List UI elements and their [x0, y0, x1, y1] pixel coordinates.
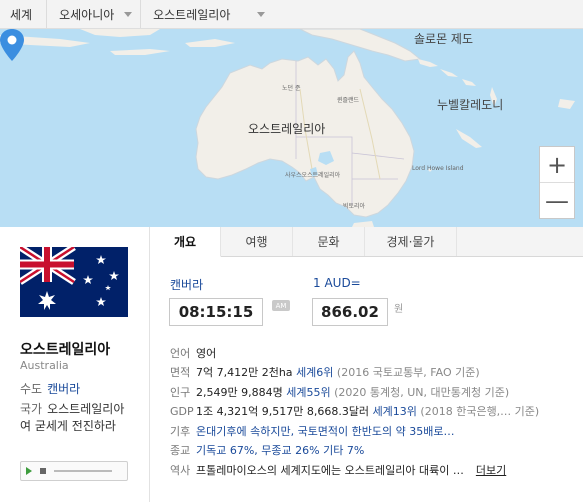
info-key: 언어 — [170, 346, 191, 360]
breadcrumb-region-label: 오세아니아 — [59, 7, 115, 22]
info-source: (2020 통계청, UN, 대만통계청 기준) — [334, 385, 510, 399]
capital-row: 수도 캔버라 — [20, 381, 80, 398]
area-rank-link[interactable]: 세계6위 — [296, 364, 333, 380]
tab-culture[interactable]: 문화 — [293, 227, 365, 256]
breadcrumb: 세계 오세아니아 오스트레일리아 — [0, 0, 583, 29]
info-row-history: 역사 프톨레마이오스의 세계지도에는 오스트레일리아 대륙이 … 더보기 — [170, 460, 580, 480]
play-icon[interactable] — [26, 467, 32, 475]
info-source: (2018 한국은행,… 기준) — [420, 405, 540, 419]
location-pin-icon[interactable] — [0, 29, 24, 61]
map-label-country: 오스트레일리아 — [248, 122, 326, 136]
tab-travel[interactable]: 여행 — [221, 227, 293, 256]
audio-progress-bar[interactable] — [54, 470, 112, 472]
ampm-badge: AM — [272, 300, 290, 311]
australia-flag-icon — [20, 247, 128, 317]
info-key: 면적 — [170, 366, 191, 380]
country-map[interactable]: 솔로몬 제도 누벨칼레도니 오스트레일리아 노던 준 퀸즐랜드 사우스오스트레일… — [0, 29, 583, 227]
country-name: 오스트레일리아 — [20, 342, 111, 358]
country-profile-panel: 오스트레일리아 Australia 수도 캔버라 국가 오스트레일리아여 굳세게 전… — [0, 227, 150, 502]
exchange-rate-value: 866.02 — [312, 298, 388, 326]
tab-overview[interactable]: 개요 — [150, 227, 221, 257]
breadcrumb-world[interactable]: 세계 — [0, 0, 48, 28]
info-value: 프톨레마이오스의 세계지도에는 오스트레일리아 대륙이 … — [196, 463, 464, 477]
info-key: 기후 — [170, 424, 191, 438]
info-row-language: 언어 영어 — [170, 343, 580, 363]
map-label-lord-howe: Lord Howe Island — [412, 165, 464, 172]
info-value: 7억 7,412만 2천ha — [196, 366, 293, 380]
info-key: GDP — [170, 404, 194, 418]
breadcrumb-country[interactable]: 오스트레일리아 — [141, 0, 273, 28]
map-label-victoria: 빅토리아 — [343, 203, 366, 210]
local-time-city: 캔버라 — [170, 278, 204, 292]
religion-link[interactable]: 기독교 67%, 무종교 26% 기타 7% — [196, 442, 364, 458]
breadcrumb-country-label: 오스트레일리아 — [153, 7, 231, 22]
country-page: 세계 오세아니아 오스트레일리아 솔로몬 제도 누벨칼레도니 오스트레일리아 노… — [0, 0, 583, 502]
capital-link[interactable]: 캔버라 — [47, 382, 80, 396]
gdp-rank-link[interactable]: 세계13위 — [373, 403, 417, 419]
info-row-area: 면적 7억 7,412만 2천ha 세계6위 (2016 국토교통부, FAO … — [170, 363, 580, 383]
map-label-south-australia: 사우스오스트레일리아 — [285, 172, 341, 179]
map-label-queensland: 퀸즐랜드 — [337, 97, 360, 104]
map-label-solomon: 솔로몬 제도 — [414, 32, 474, 46]
tab-economy[interactable]: 경제·물가 — [365, 227, 457, 256]
map-label-new-caledonia: 누벨칼레도니 — [437, 98, 504, 112]
info-row-religion: 종교 기독교 67%, 무종교 26% 기타 7% — [170, 441, 580, 461]
country-info-table: 언어 영어 면적 7억 7,412만 2천ha 세계6위 (2016 국토교통부… — [170, 343, 580, 480]
info-value: 1조 4,321억 9,517만 8,668.3달러 — [196, 405, 370, 419]
local-time-clock: 08:15:15 — [169, 298, 263, 326]
zoom-out-button[interactable]: — — [540, 183, 574, 219]
climate-link[interactable]: 온대기후에 속하지만, 국토면적이 한반도의 약 35배로… — [196, 423, 455, 439]
info-source: (2016 국토교통부, FAO 기준) — [336, 366, 480, 380]
population-rank-link[interactable]: 세계55위 — [286, 384, 330, 400]
stop-icon[interactable] — [40, 468, 46, 474]
info-row-gdp: GDP 1조 4,321억 9,517만 8,668.3달러 세계13위 (20… — [170, 402, 580, 422]
anthem-key: 국가 — [20, 402, 43, 416]
anthem-row: 국가 오스트레일리아여 굳세게 전진하라 — [20, 401, 132, 435]
info-key: 역사 — [170, 463, 191, 477]
info-row-population: 인구 2,549만 9,884명 세계55위 (2020 통계청, UN, 대만… — [170, 382, 580, 402]
chevron-down-icon — [257, 11, 266, 17]
zoom-control: + — — [539, 146, 575, 219]
chevron-down-icon — [124, 11, 133, 17]
anthem-player — [20, 461, 128, 481]
more-link[interactable]: 더보기 — [476, 462, 506, 478]
capital-key: 수도 — [20, 382, 43, 396]
map-label-northern-territory: 노던 준 — [282, 85, 301, 92]
exchange-rate-unit: 원 — [394, 304, 404, 315]
info-row-climate: 기후 온대기후에 속하지만, 국토면적이 한반도의 약 35배로… — [170, 421, 580, 441]
info-value: 2,549만 9,884명 — [196, 385, 283, 399]
exchange-rate-label: 1 AUD= — [313, 276, 361, 290]
info-value: 영어 — [196, 346, 217, 360]
breadcrumb-world-label: 세계 — [10, 7, 33, 22]
breadcrumb-region[interactable]: 오세아니아 — [47, 0, 142, 28]
info-key: 인구 — [170, 385, 191, 399]
country-name-english: Australia — [20, 359, 69, 372]
zoom-in-button[interactable]: + — [540, 147, 574, 183]
content-tabs: 개요 여행 문화 경제·물가 — [150, 227, 583, 257]
info-key: 종교 — [170, 444, 191, 458]
